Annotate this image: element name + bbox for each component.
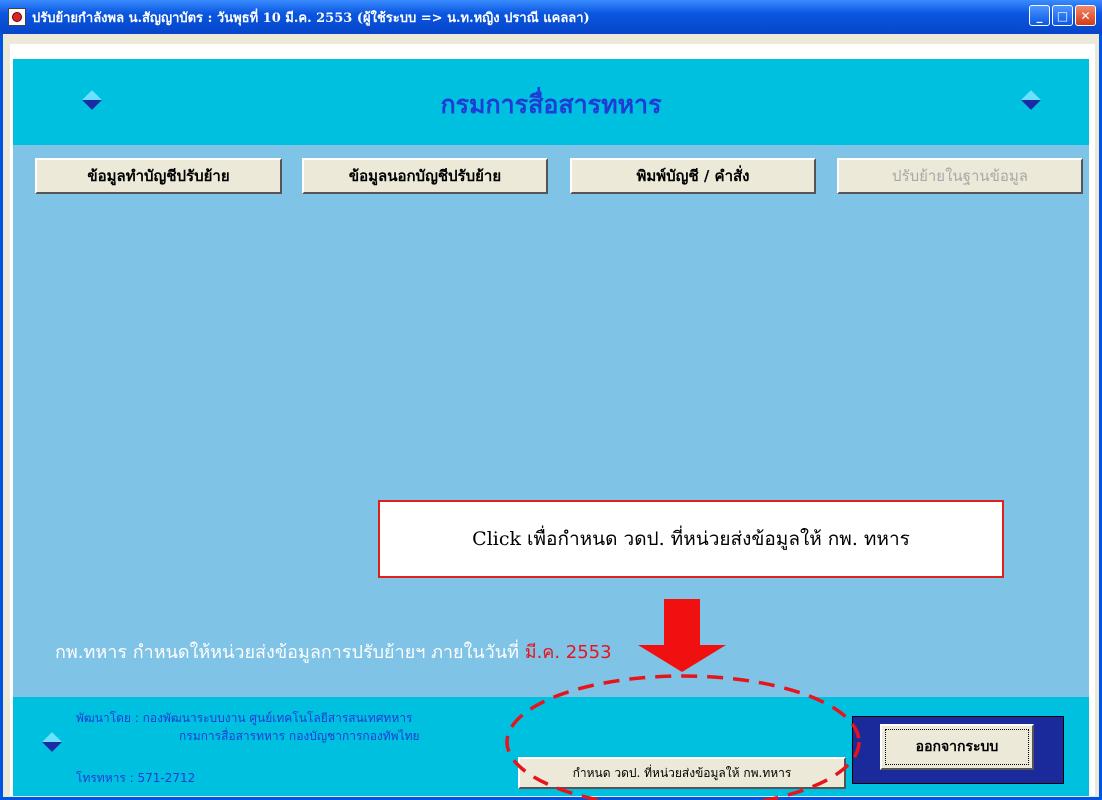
highlight-ellipse <box>505 674 861 800</box>
